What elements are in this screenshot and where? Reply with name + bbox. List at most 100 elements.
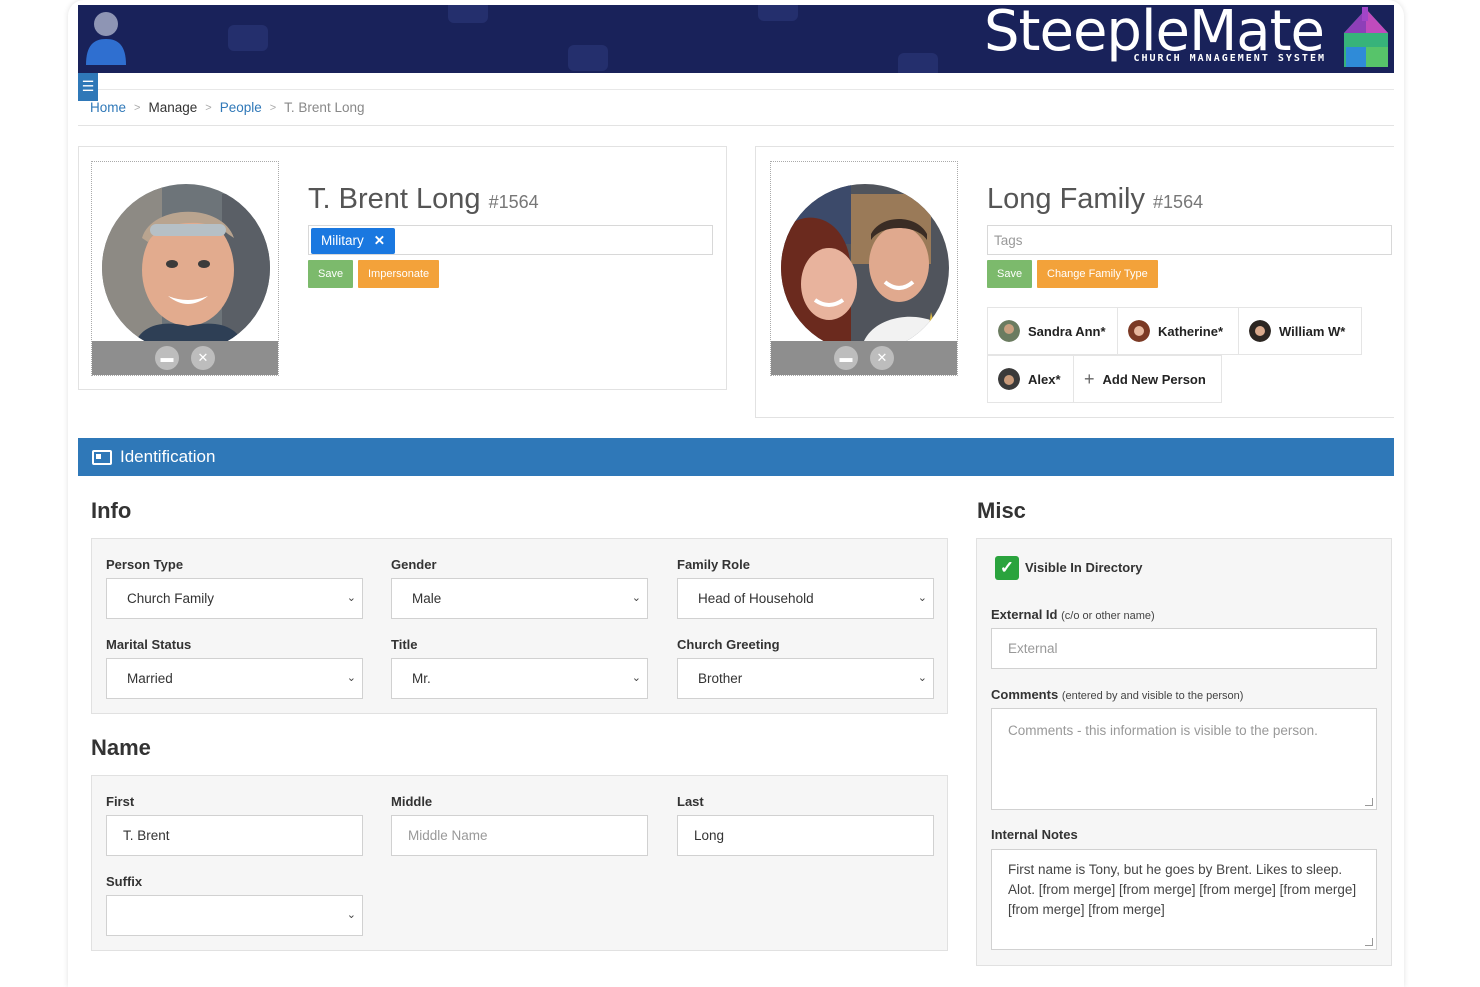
family-member-name: William W* — [1279, 323, 1346, 339]
chevron-down-icon: ⌄ — [346, 909, 356, 921]
breadcrumb-home[interactable]: Home — [90, 100, 126, 115]
internal-notes-value: First name is Tony, but he goes by Brent… — [1008, 862, 1357, 917]
chevron-down-icon: ⌄ — [346, 592, 356, 604]
chevron-down-icon: ⌄ — [346, 672, 356, 684]
person-type-select[interactable]: Church Family ⌄ — [106, 578, 363, 619]
family-member[interactable]: Katherine* — [1117, 307, 1239, 355]
last-name-input[interactable]: Long — [677, 815, 934, 856]
church-greeting-select[interactable]: Brother ⌄ — [677, 658, 934, 699]
breadcrumb-people[interactable]: People — [220, 100, 262, 115]
misc-panel: ✓ Visible In Directory External Id (c/o … — [976, 538, 1392, 966]
close-icon[interactable]: ✕ — [191, 346, 215, 370]
church-greeting-value: Brother — [698, 671, 743, 686]
title-label: Title — [391, 637, 418, 652]
close-icon[interactable]: ✕ — [870, 346, 894, 370]
background-puzzle-shape — [898, 53, 938, 73]
chevron-down-icon: ⌄ — [631, 592, 641, 604]
title-select[interactable]: Mr. ⌄ — [391, 658, 648, 699]
name-panel: First T. Brent Middle Middle Name Last L… — [91, 775, 948, 951]
breadcrumb-current: T. Brent Long — [284, 100, 365, 115]
middle-name-label: Middle — [391, 794, 433, 809]
person-type-value: Church Family — [127, 591, 215, 606]
suffix-select[interactable]: ⌄ — [106, 895, 363, 936]
top-header: SteepleMate CHURCH MANAGEMENT SYSTEM — [78, 5, 1394, 73]
app-frame: SteepleMate CHURCH MANAGEMENT SYSTEM ☰ H… — [68, 0, 1404, 987]
app-content: SteepleMate CHURCH MANAGEMENT SYSTEM ☰ H… — [78, 5, 1394, 987]
family-role-select[interactable]: Head of Household ⌄ — [677, 578, 934, 619]
comments-textarea[interactable]: Comments - this information is visible t… — [991, 708, 1377, 810]
internal-notes-textarea[interactable]: First name is Tony, but he goes by Brent… — [991, 849, 1377, 950]
comments-label: Comments (entered by and visible to the … — [991, 687, 1243, 702]
suffix-label: Suffix — [106, 874, 143, 889]
chevron-down-icon: ⌄ — [917, 592, 927, 604]
resize-handle[interactable] — [1365, 938, 1373, 946]
avatar — [1128, 320, 1150, 342]
breadcrumb-separator: > — [134, 101, 141, 114]
divider — [78, 125, 1394, 126]
comments-placeholder: Comments - this information is visible t… — [1008, 723, 1318, 738]
background-puzzle-shape — [228, 25, 268, 51]
family-role-value: Head of Household — [698, 591, 814, 606]
chevron-down-icon: ⌄ — [631, 672, 641, 684]
person-photo — [102, 184, 270, 352]
avatar — [998, 368, 1020, 390]
person-id: #1564 — [488, 192, 539, 212]
misc-heading: Misc — [977, 498, 1026, 523]
marital-status-select[interactable]: Married ⌄ — [106, 658, 363, 699]
hamburger-icon[interactable]: ☰ — [78, 73, 98, 101]
last-name-label: Last — [677, 794, 704, 809]
breadcrumb: Home > Manage > People > T. Brent Long — [90, 100, 364, 115]
person-card: ▬ ✕ T. Brent Long #1564 Military ✕ Save I… — [78, 146, 727, 390]
tags-placeholder: Tags — [994, 233, 1023, 248]
comments-hint: (entered by and visible to the person) — [1061, 690, 1244, 702]
visible-in-directory-checkbox[interactable]: ✓ — [995, 556, 1019, 580]
close-icon[interactable]: ✕ — [374, 233, 385, 248]
name-heading: Name — [91, 735, 151, 760]
gender-select[interactable]: Male ⌄ — [391, 578, 648, 619]
family-id: #1564 — [1153, 192, 1204, 212]
breadcrumb-manage: Manage — [148, 100, 198, 115]
add-new-person-button[interactable]: + Add New Person — [1073, 355, 1222, 403]
folder-icon[interactable]: ▬ — [155, 346, 179, 370]
family-tags-input[interactable]: Tags — [987, 225, 1392, 255]
family-member[interactable]: Sandra Ann* — [987, 307, 1118, 355]
first-name-input[interactable]: T. Brent — [106, 815, 363, 856]
external-id-input[interactable]: External — [991, 628, 1377, 669]
user-icon[interactable] — [86, 9, 126, 65]
save-family-button[interactable]: Save — [987, 260, 1033, 288]
external-id-hint: (c/o or other name) — [1061, 610, 1155, 622]
impersonate-button[interactable]: Impersonate — [358, 260, 440, 288]
section-title: Identification — [120, 447, 216, 466]
comments-label-text: Comments — [991, 687, 1059, 702]
person-tags-input[interactable]: Military ✕ — [308, 225, 713, 255]
person-photo-box: ▬ ✕ — [91, 161, 279, 376]
tag-chip-military: Military ✕ — [311, 228, 396, 254]
background-puzzle-shape — [758, 5, 798, 21]
change-family-type-button[interactable]: Change Family Type — [1037, 260, 1158, 288]
breadcrumb-separator: > — [205, 101, 212, 114]
family-member[interactable]: William W* — [1238, 307, 1362, 355]
family-photo — [781, 184, 949, 352]
gender-label: Gender — [391, 557, 437, 572]
add-new-person-label: Add New Person — [1102, 371, 1206, 387]
person-type-label: Person Type — [106, 557, 184, 572]
photo-actions: ▬ ✕ — [771, 341, 957, 375]
breadcrumb-separator: > — [269, 101, 277, 114]
internal-notes-label: Internal Notes — [991, 827, 1078, 842]
save-person-button[interactable]: Save — [308, 260, 354, 288]
background-puzzle-shape — [568, 45, 608, 71]
id-card-icon — [92, 449, 112, 465]
marital-status-value: Married — [127, 671, 173, 686]
folder-icon[interactable]: ▬ — [834, 346, 858, 370]
photo-actions: ▬ ✕ — [92, 341, 278, 375]
external-id-label-text: External Id — [991, 607, 1058, 622]
gender-value: Male — [412, 591, 442, 606]
plus-icon: + — [1084, 368, 1095, 389]
first-name-label: First — [106, 794, 135, 809]
info-heading: Info — [91, 498, 132, 523]
family-member[interactable]: Alex* — [987, 355, 1074, 403]
resize-handle[interactable] — [1365, 798, 1373, 806]
middle-name-input[interactable]: Middle Name — [391, 815, 648, 856]
external-id-label: External Id (c/o or other name) — [991, 607, 1155, 622]
family-member-name: Alex* — [1028, 371, 1061, 387]
